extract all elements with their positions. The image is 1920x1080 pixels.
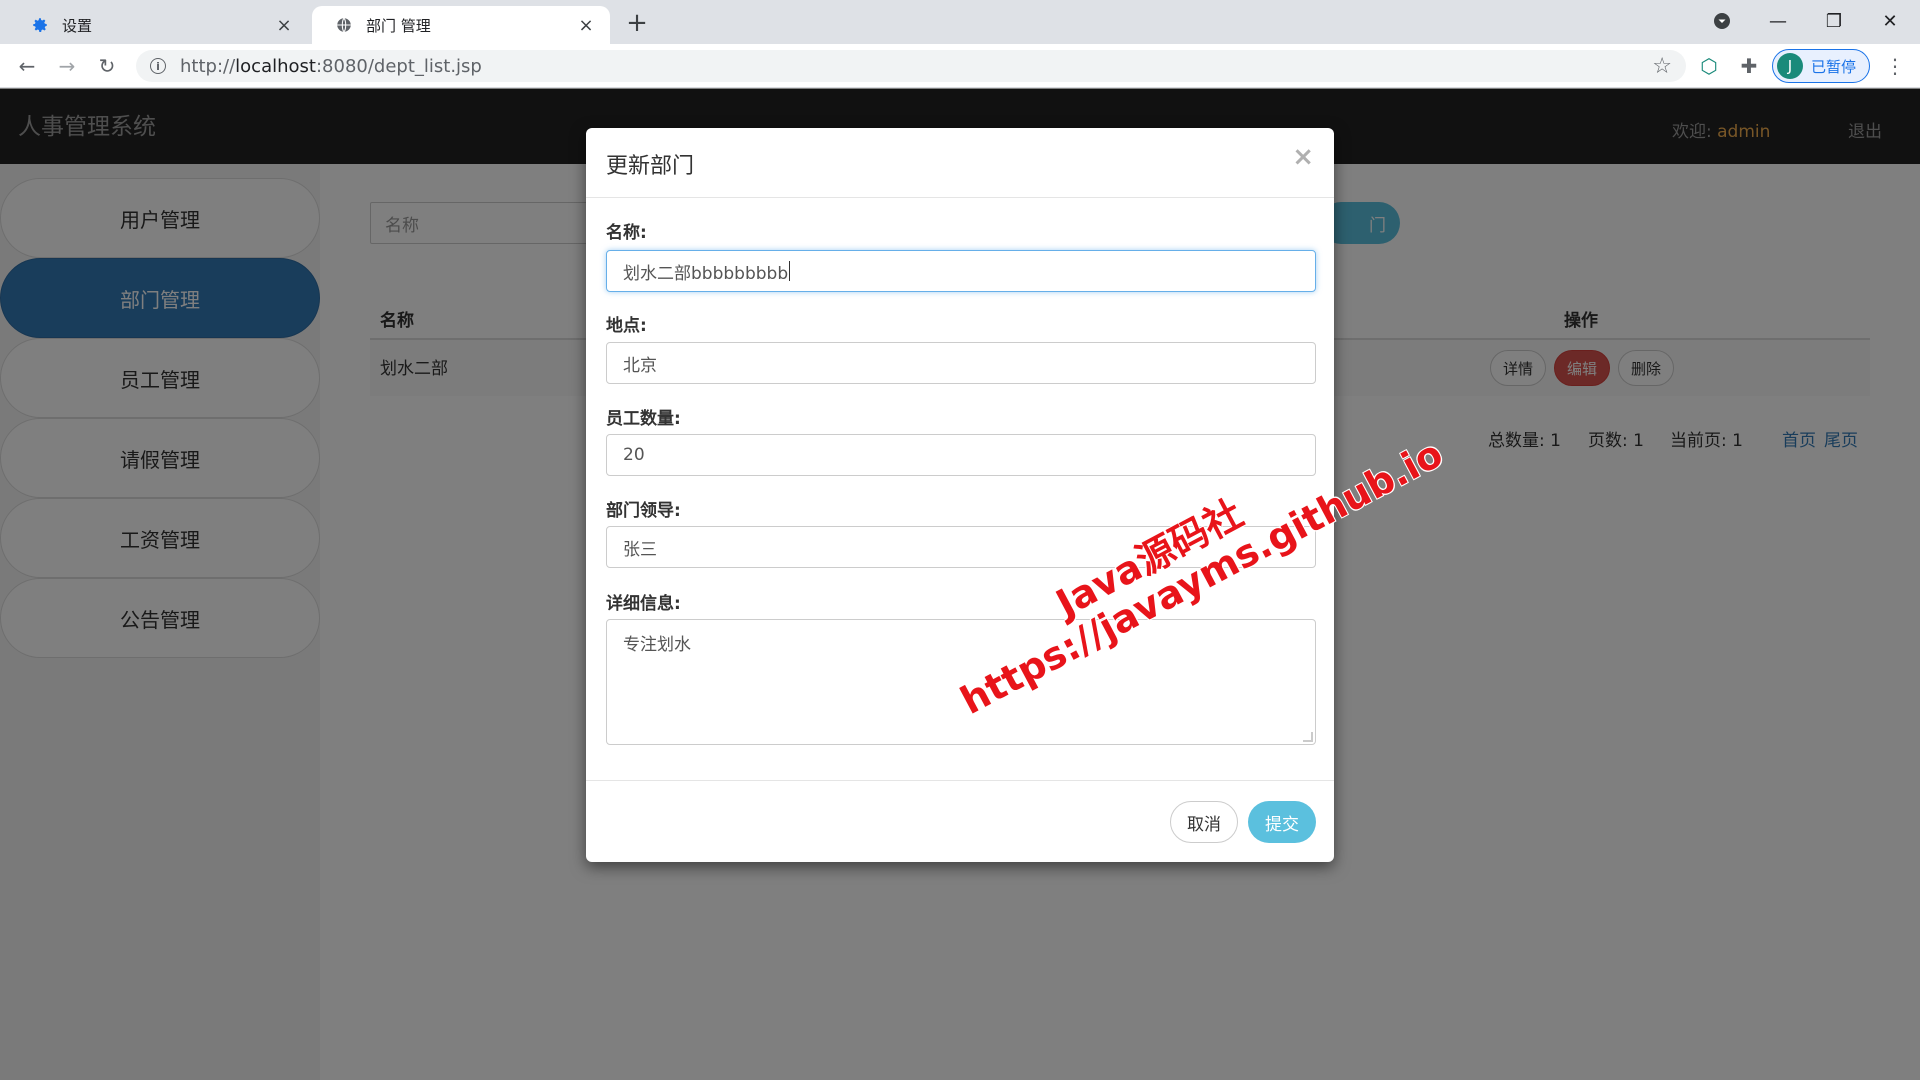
employee-count-label: 员工数量: — [606, 409, 681, 429]
name-input[interactable]: 划水二部bbbbbbbbb — [606, 250, 1316, 292]
bookmark-star-icon[interactable]: ☆ — [1652, 54, 1672, 79]
globe-icon — [334, 15, 354, 35]
window-close-icon[interactable]: ✕ — [1870, 6, 1910, 36]
reload-icon[interactable]: ↻ — [92, 51, 122, 81]
tab-title: 部门 管理 — [366, 16, 431, 35]
gear-icon — [30, 15, 50, 35]
avatar: J — [1777, 53, 1803, 79]
tab-settings[interactable]: 设置 × — [8, 6, 308, 44]
puzzle-icon[interactable]: ✚ — [1734, 51, 1764, 81]
text-caret — [789, 261, 791, 281]
url-host: localhost — [235, 55, 316, 77]
detail-textarea[interactable]: 专注划水 — [606, 619, 1316, 745]
detail-value: 专注划水 — [623, 635, 691, 655]
back-arrow-icon[interactable]: ← — [12, 51, 42, 81]
resize-handle-icon[interactable] — [1303, 732, 1313, 742]
modal-title: 更新部门 — [606, 154, 695, 179]
new-tab-button[interactable]: + — [622, 8, 652, 38]
tab-title: 设置 — [62, 16, 93, 35]
leader-input[interactable]: 张三 — [606, 526, 1316, 568]
detail-label: 详细信息: — [606, 594, 681, 614]
modal-header: 更新部门 × — [586, 128, 1334, 198]
update-department-modal: 更新部门 × 名称: 划水二部bbbbbbbbb 地点: 北京 员工数量: 20… — [586, 128, 1334, 862]
name-label: 名称: — [606, 223, 647, 243]
tab-dept-manage[interactable]: 部门 管理 × — [312, 6, 610, 44]
url-scheme: http:// — [180, 55, 236, 77]
extension-icon[interactable]: ⬡ — [1694, 51, 1724, 81]
address-bar[interactable]: i http://localhost:8080/dept_list.jsp ☆ — [136, 50, 1686, 82]
location-label: 地点: — [606, 316, 647, 336]
modal-footer-divider — [586, 780, 1334, 781]
kebab-menu-icon[interactable]: ⋮ — [1880, 51, 1910, 81]
restore-icon[interactable]: ❐ — [1814, 6, 1854, 36]
close-icon[interactable]: × — [274, 15, 294, 36]
location-input[interactable]: 北京 — [606, 342, 1316, 384]
cancel-button[interactable]: 取消 — [1170, 801, 1238, 843]
submit-button[interactable]: 提交 — [1248, 801, 1316, 843]
employee-count-input[interactable]: 20 — [606, 434, 1316, 476]
name-value: 划水二部bbbbbbbbb — [623, 263, 789, 284]
leader-label: 部门领导: — [606, 501, 681, 521]
profile-button[interactable]: J 已暂停 — [1772, 49, 1870, 83]
info-icon[interactable]: i — [150, 58, 166, 74]
browser-tab-bar: 设置 × 部门 管理 × + — ❐ ✕ — [0, 0, 1920, 44]
profile-status: 已暂停 — [1811, 57, 1857, 76]
browser-toolbar: ← → ↻ i http://localhost:8080/dept_list.… — [0, 44, 1920, 88]
close-icon[interactable]: × — [576, 15, 596, 36]
forward-arrow-icon[interactable]: → — [52, 51, 82, 81]
url-path: :8080/dept_list.jsp — [315, 55, 482, 77]
minimize-icon[interactable]: — — [1758, 6, 1798, 36]
close-icon[interactable]: × — [1292, 142, 1314, 172]
tab-search-icon[interactable] — [1702, 6, 1742, 36]
